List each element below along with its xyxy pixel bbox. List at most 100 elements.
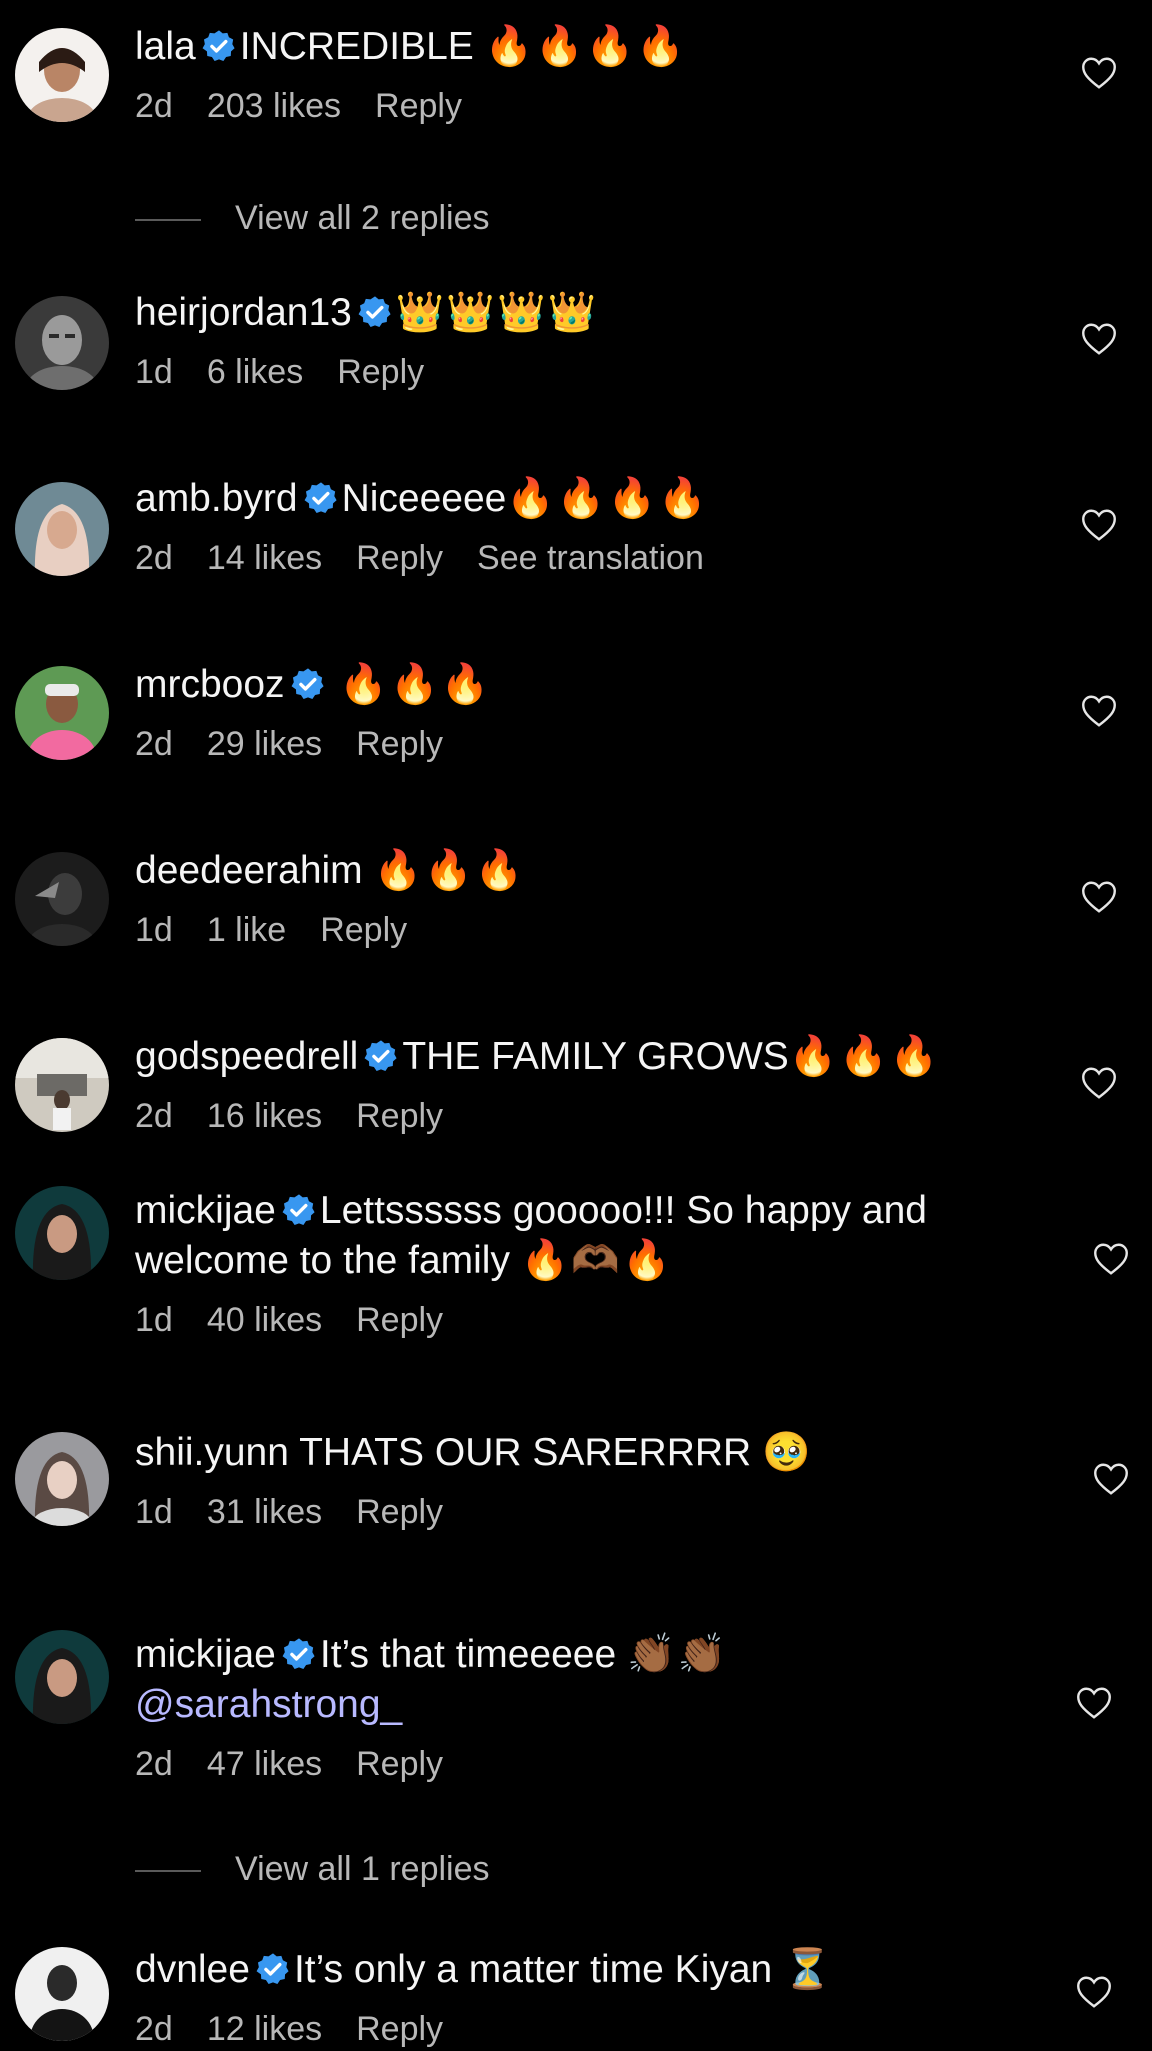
see-translation-link[interactable]: See translation [477,539,704,577]
like-count[interactable]: 203 likes [207,87,341,125]
like-count[interactable]: 16 likes [207,1097,322,1135]
username[interactable]: mickijae [135,1189,276,1232]
comment-time: 1d [135,1493,173,1531]
reply-button[interactable]: Reply [356,1301,443,1339]
reply-button[interactable]: Reply [356,725,443,763]
avatar[interactable] [15,1630,109,1724]
avatar[interactable] [15,1038,109,1132]
username[interactable]: dvnlee [135,1948,250,1991]
fire-emoji-icon: 🔥🔥🔥🔥 [506,477,709,520]
comment-text: Niceeeee [341,477,507,520]
verified-badge-icon [358,295,392,329]
avatar[interactable] [15,1186,109,1280]
reply-button[interactable]: Reply [356,1493,443,1531]
comment-time: 1d [135,1301,173,1339]
comment-meta: 2d 16 likes Reply [135,1094,1042,1138]
like-heart-icon[interactable] [1081,508,1117,542]
comment-time: 2d [135,87,173,125]
comment-meta: 2d 29 likes Reply [135,722,1042,766]
reply-button[interactable]: Reply [356,2010,443,2048]
reply-button[interactable]: Reply [356,1745,443,1783]
comment-time: 2d [135,725,173,763]
like-heart-icon[interactable] [1093,1462,1129,1496]
comment-meta: 2d 203 likes Reply [135,84,1042,128]
avatar[interactable] [15,482,109,576]
like-heart-icon[interactable] [1081,880,1117,914]
comment-meta: 1d 6 likes Reply [135,350,1042,394]
username[interactable]: mrcbooz [135,663,285,706]
username[interactable]: mickijae [135,1633,276,1676]
comment-text: It’s only a matter time Kiyan [293,1948,773,1991]
clapping-hands-emoji-icon: 👏🏾👏🏾 [627,1633,729,1676]
username[interactable]: godspeedrell [135,1035,358,1078]
comment-meta: 2d 47 likes Reply [135,1742,1042,1786]
like-heart-icon[interactable] [1081,56,1117,90]
like-count[interactable]: 12 likes [207,2010,322,2048]
username[interactable]: heirjordan13 [135,291,352,334]
mention-link[interactable]: @sarahstrong_ [135,1683,402,1726]
like-heart-icon[interactable] [1093,1242,1129,1276]
reply-thread-line [135,1870,201,1873]
like-count[interactable]: 14 likes [207,539,322,577]
comment-text: It’s that timeeeee [319,1633,617,1676]
comment-meta: 2d 14 likes Reply See translation [135,536,1042,580]
view-replies-link[interactable]: View all 2 replies [135,196,490,240]
reply-button[interactable]: Reply [356,539,443,577]
username[interactable]: shii.yunn [135,1431,289,1474]
like-count[interactable]: 1 like [207,911,286,949]
fire-emoji-icon: 🔥🔥🔥 [339,663,492,706]
username[interactable]: lala [135,25,196,68]
comment-text: THATS OUR SARERRRR [299,1431,752,1474]
comment-meta: 1d 40 likes Reply [135,1298,1032,1342]
avatar[interactable] [15,852,109,946]
avatar[interactable] [15,28,109,122]
fire-emoji-icon: 🔥🔥🔥🔥 [484,25,687,68]
reply-button[interactable]: Reply [320,911,407,949]
comment-meta: 2d 12 likes Reply [135,2007,1042,2051]
verified-badge-icon [364,1039,398,1073]
like-heart-icon[interactable] [1076,1975,1112,2009]
avatar[interactable] [15,1432,109,1526]
avatar[interactable] [15,1947,109,2041]
pleading-face-emoji-icon: 🥹 [762,1431,813,1474]
comment-meta: 1d 1 like Reply [135,908,1042,952]
like-count[interactable]: 6 likes [207,353,303,391]
comment-time: 2d [135,2010,173,2048]
username[interactable]: deedeerahim [135,849,363,892]
comment-time: 1d [135,911,173,949]
comment-time: 1d [135,353,173,391]
like-heart-icon[interactable] [1081,694,1117,728]
like-count[interactable]: 29 likes [207,725,322,763]
comment-time: 2d [135,1745,173,1783]
reply-button[interactable]: Reply [375,87,462,125]
avatar[interactable] [15,296,109,390]
comment-meta: 1d 31 likes Reply [135,1490,1042,1534]
view-replies-label[interactable]: View all 1 replies [235,1850,490,1888]
like-count[interactable]: 31 likes [207,1493,322,1531]
like-heart-icon[interactable] [1081,322,1117,356]
comment-text: THE FAMILY GROWS [402,1035,789,1078]
comment-time: 2d [135,1097,173,1135]
username[interactable]: amb.byrd [135,477,298,520]
reply-thread-line [135,219,201,222]
fire-emoji-icon: 🔥🔥🔥 [373,849,526,892]
view-replies-link[interactable]: View all 1 replies [135,1847,490,1891]
view-replies-label[interactable]: View all 2 replies [235,199,490,237]
reply-button[interactable]: Reply [337,353,424,391]
verified-badge-icon [282,1637,316,1671]
verified-badge-icon [282,1193,316,1227]
like-count[interactable]: 47 likes [207,1745,322,1783]
comment-time: 2d [135,539,173,577]
verified-badge-icon [202,29,236,63]
avatar[interactable] [15,666,109,760]
verified-badge-icon [256,1952,290,1986]
like-count[interactable]: 40 likes [207,1301,322,1339]
like-heart-icon[interactable] [1081,1066,1117,1100]
reply-button[interactable]: Reply [356,1097,443,1135]
comment-text: INCREDIBLE [239,25,474,68]
verified-badge-icon [304,481,338,515]
heart-hands-emoji-icon: 🔥🫶🏾🔥 [520,1239,673,1282]
fire-emoji-icon: 🔥🔥🔥 [788,1035,941,1078]
like-heart-icon[interactable] [1076,1686,1112,1720]
verified-badge-icon [291,667,325,701]
